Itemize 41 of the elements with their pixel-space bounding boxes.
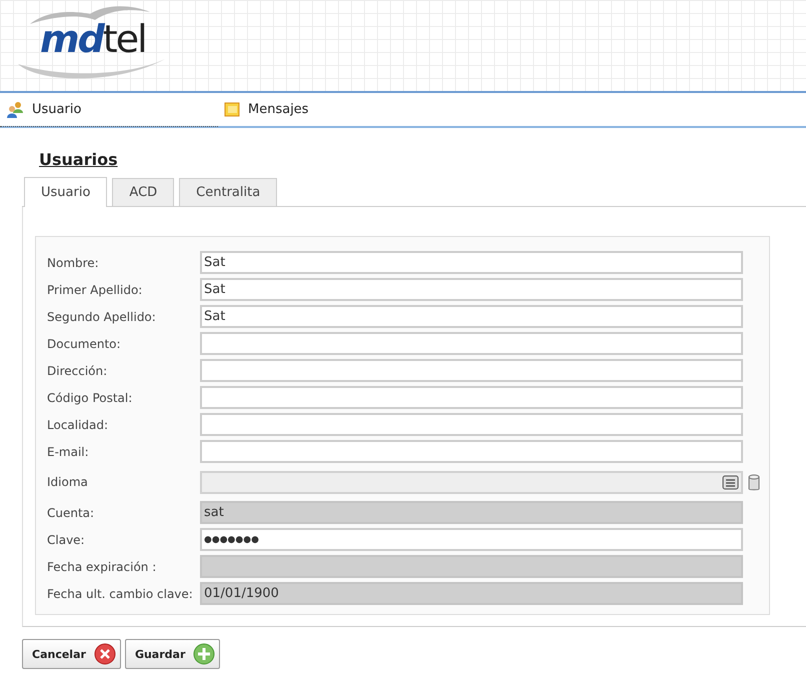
input-field[interactable] [200,413,743,436]
field-label: Primer Apellido: [47,282,144,296]
cancel-button[interactable]: Cancelar [22,639,121,669]
close-icon [94,643,116,665]
field-label: Idioma [47,475,89,489]
logo: mdtel [40,20,146,58]
list-icon[interactable] [722,474,739,490]
input-field[interactable] [200,359,743,382]
password-field[interactable]: ●●●●●●● [200,528,743,551]
field-label: Clave: [47,532,86,546]
input-field[interactable]: Sat [200,251,743,274]
field-label: Código Postal: [47,390,134,404]
nav-item[interactable]: Usuario [0,93,218,127]
trash-icon[interactable] [748,474,760,490]
page-title: Usuarios [39,150,118,169]
nav-item[interactable]: Mensajes [218,93,436,127]
field-label: Documento: [47,336,122,350]
field-label: E-mail: [47,444,90,458]
input-field[interactable]: Sat [200,305,743,328]
tab[interactable]: Usuario [24,177,108,207]
note-icon [224,102,240,118]
tab[interactable]: Centralita [179,178,278,206]
field-label: Cuenta: [47,506,96,520]
field-label: Dirección: [47,364,108,378]
field-label: Localidad: [47,418,110,432]
users-icon [6,100,24,118]
input-field[interactable] [200,440,743,463]
input-field[interactable] [200,386,743,409]
field-label: Nombre: [47,256,100,270]
field-label: Fecha expiración : [47,560,158,574]
field-label: Fecha ult. cambio clave: [47,586,194,600]
plus-icon [193,643,216,665]
select-field[interactable] [200,471,743,494]
input-field[interactable] [200,332,743,355]
input-field[interactable]: Sat [200,278,743,301]
readonly-field[interactable] [200,555,743,578]
save-button[interactable]: Guardar [124,639,220,669]
readonly-field[interactable]: 01/01/1900 [200,582,743,605]
field-label: Segundo Apellido: [47,310,157,324]
readonly-field[interactable]: sat [200,501,743,524]
tab[interactable]: ACD [112,178,174,206]
